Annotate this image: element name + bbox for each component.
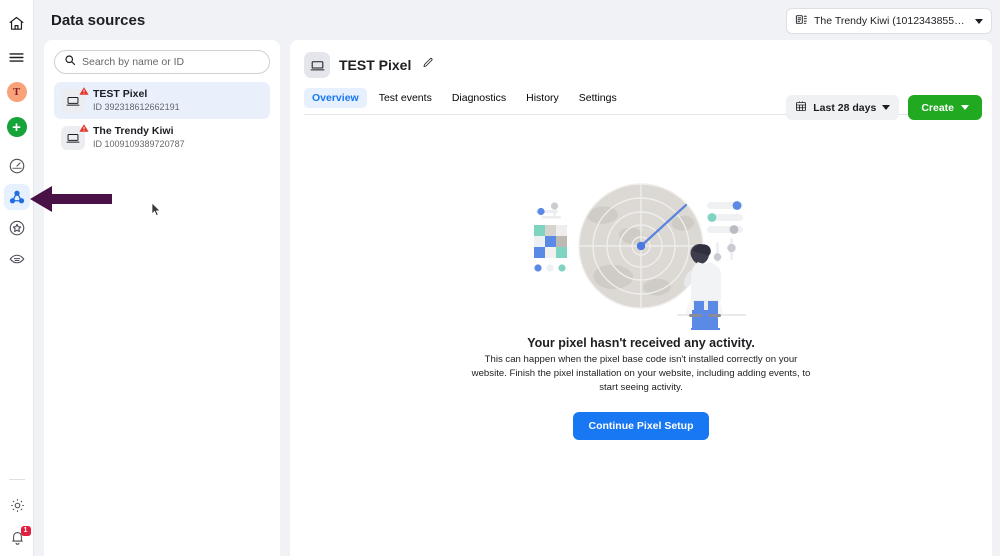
empty-state: Your pixel hasn't received any activity.… bbox=[290, 170, 992, 440]
menu-icon[interactable] bbox=[4, 44, 30, 70]
cards-row: TEST Pixel ID 392318612662191 bbox=[44, 40, 992, 556]
warning-triangle-icon bbox=[79, 123, 89, 132]
left-decoration bbox=[534, 202, 567, 272]
empty-state-title: Your pixel hasn't received any activity. bbox=[527, 336, 755, 350]
add-plus-glyph: + bbox=[6, 117, 27, 137]
tab-test-events[interactable]: Test events bbox=[371, 88, 440, 108]
gear-icon[interactable] bbox=[4, 492, 30, 518]
home-icon[interactable] bbox=[4, 10, 30, 36]
add-icon[interactable]: + bbox=[4, 114, 30, 140]
continue-pixel-setup-button[interactable]: Continue Pixel Setup bbox=[573, 412, 709, 440]
business-account-icon bbox=[795, 13, 808, 29]
list-item[interactable]: TEST Pixel ID 392318612662191 bbox=[54, 82, 270, 119]
data-source-list: TEST Pixel ID 392318612662191 The Trendy… bbox=[54, 82, 270, 156]
radar-person-illustration bbox=[534, 183, 746, 330]
avatar[interactable]: T bbox=[4, 79, 30, 105]
list-item-id: ID 1009109389720787 bbox=[93, 139, 185, 149]
list-item-name: TEST Pixel bbox=[93, 88, 148, 100]
data-sources-panel: TEST Pixel ID 392318612662191 bbox=[44, 40, 280, 556]
avatar-initial: T bbox=[6, 82, 27, 102]
list-item[interactable]: The Trendy Kiwi ID 1009109389720787 bbox=[54, 119, 270, 156]
tab-history[interactable]: History bbox=[518, 88, 567, 108]
bell-icon[interactable]: 1 bbox=[4, 524, 31, 550]
date-range-selector[interactable]: Last 28 days bbox=[786, 95, 900, 120]
chevron-down-icon bbox=[882, 105, 891, 110]
pencil-icon[interactable] bbox=[422, 56, 434, 74]
create-button[interactable]: Create bbox=[908, 95, 982, 120]
pixel-icon bbox=[304, 52, 330, 78]
list-item-text: TEST Pixel ID 392318612662191 bbox=[93, 88, 180, 113]
rail-divider bbox=[9, 479, 25, 480]
chevron-down-icon bbox=[961, 105, 969, 110]
left-icon-rail: T + 1 bbox=[0, 0, 34, 556]
calendar-icon bbox=[795, 100, 807, 115]
detail-panel: TEST Pixel Overview Test events Diagnost… bbox=[290, 40, 992, 556]
detail-title-row: TEST Pixel bbox=[304, 52, 978, 78]
account-name: The Trendy Kiwi (101234385587… bbox=[814, 15, 969, 27]
tab-settings[interactable]: Settings bbox=[571, 88, 625, 108]
pixel-icon bbox=[61, 123, 89, 150]
pixel-icon bbox=[61, 86, 89, 113]
chevron-down-icon bbox=[975, 18, 983, 24]
empty-state-body: This can happen when the pixel base code… bbox=[471, 354, 811, 393]
star-badge-icon[interactable] bbox=[4, 215, 30, 241]
tab-overview[interactable]: Overview bbox=[304, 88, 367, 108]
page-area: Data sources The Trendy Kiwi (1012343855… bbox=[34, 0, 1000, 556]
bell-wrap: 1 bbox=[9, 525, 31, 546]
notification-badge: 1 bbox=[20, 525, 31, 536]
search-icon bbox=[64, 53, 76, 71]
list-item-text: The Trendy Kiwi ID 1009109389720787 bbox=[93, 125, 185, 150]
account-selector[interactable]: The Trendy Kiwi (101234385587… bbox=[786, 8, 992, 34]
app-root: T + 1 Data sources The Trendy Kiwi (1012… bbox=[0, 0, 1000, 556]
create-button-label: Create bbox=[921, 101, 954, 114]
brand-safety-icon[interactable] bbox=[4, 246, 30, 272]
list-item-name: The Trendy Kiwi bbox=[93, 125, 174, 137]
search-box[interactable] bbox=[54, 50, 270, 74]
tab-diagnostics[interactable]: Diagnostics bbox=[444, 88, 514, 108]
detail-toolbar: Last 28 days Create bbox=[786, 95, 982, 120]
right-decoration bbox=[707, 201, 743, 262]
gauge-icon[interactable] bbox=[4, 153, 30, 179]
rail-bottom-group: 1 bbox=[0, 479, 34, 550]
date-range-label: Last 28 days bbox=[813, 101, 877, 114]
warning-triangle-icon bbox=[79, 86, 89, 95]
page-title-detail: TEST Pixel bbox=[339, 57, 412, 73]
sidebar-item-data-sources[interactable] bbox=[3, 184, 30, 210]
list-item-id: ID 392318612662191 bbox=[93, 102, 180, 112]
search-input[interactable] bbox=[82, 56, 260, 68]
